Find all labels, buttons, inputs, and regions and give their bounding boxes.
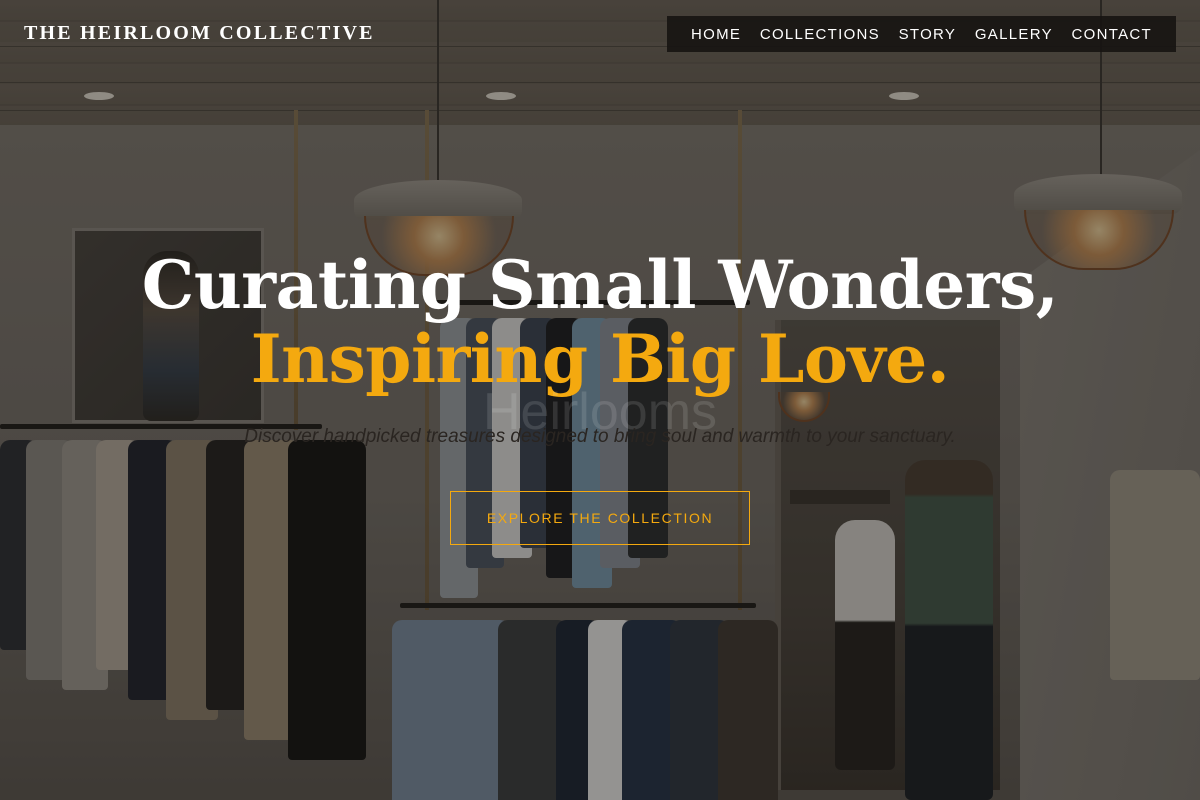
- brand-logo[interactable]: THE HEIRLOOM COLLECTIVE: [24, 22, 375, 45]
- nav-link-home[interactable]: HOME: [691, 26, 741, 43]
- nav-link-gallery[interactable]: GALLERY: [975, 26, 1053, 43]
- hero-subtitle: Discover handpicked treasures designed t…: [244, 426, 956, 447]
- hero-title-line-1: Curating Small Wonders,: [141, 246, 1059, 324]
- hero-title: Curating Small Wonders, Inspiring Big Lo…: [0, 252, 1200, 392]
- nav-link-story[interactable]: STORY: [899, 26, 957, 43]
- main-nav: HOME COLLECTIONS STORY GALLERY CONTACT: [667, 16, 1176, 52]
- explore-collection-button[interactable]: EXPLORE THE COLLECTION: [450, 491, 750, 545]
- nav-link-collections[interactable]: COLLECTIONS: [760, 26, 880, 43]
- nav-link-contact[interactable]: CONTACT: [1071, 26, 1151, 43]
